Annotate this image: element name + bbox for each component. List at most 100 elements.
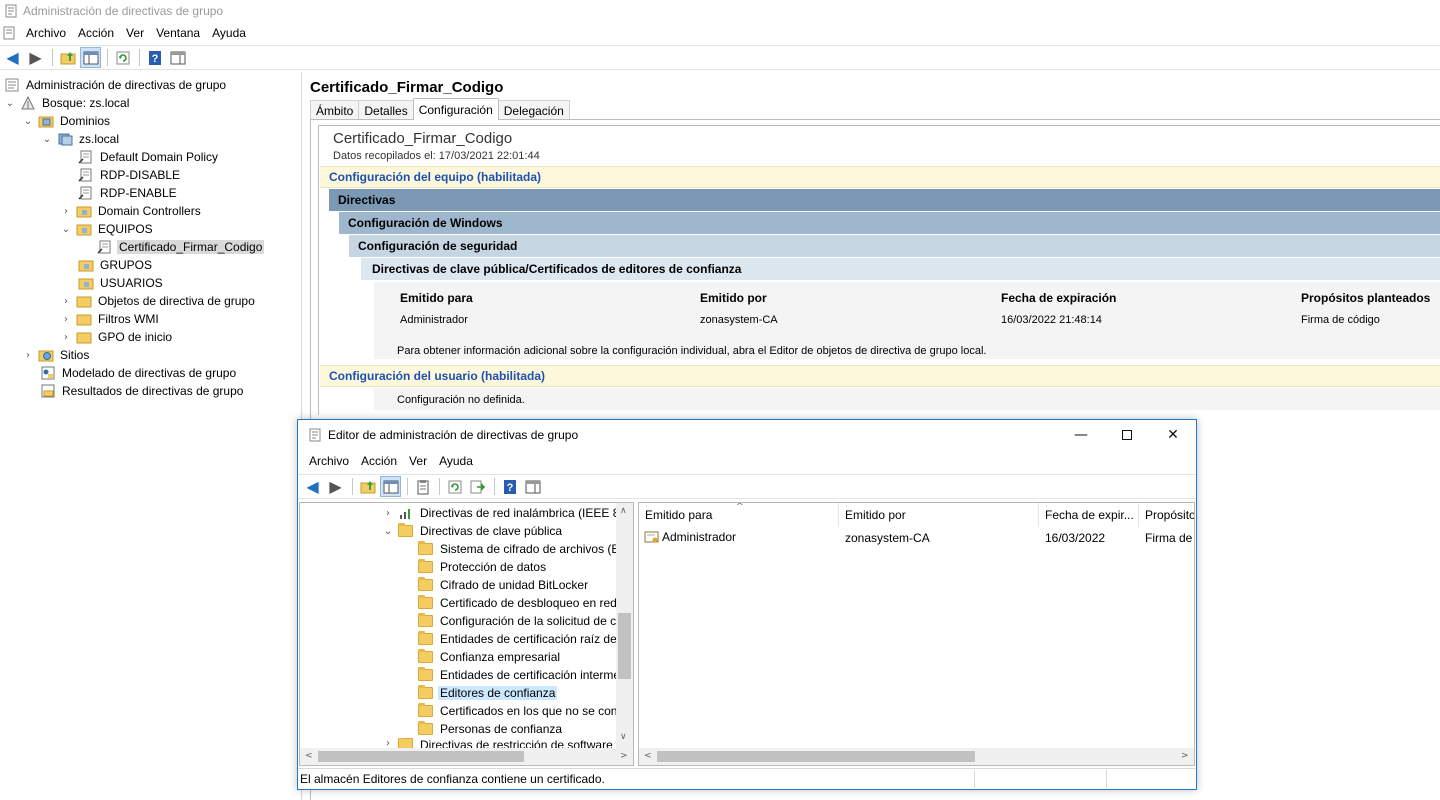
close-button[interactable]: ✕ bbox=[1150, 420, 1196, 450]
list-col-fecha-expiracion[interactable]: Fecha de expir... bbox=[1039, 503, 1139, 527]
tree-item-rdp-enable[interactable]: RDP-ENABLE bbox=[78, 184, 179, 202]
tree-item-results[interactable]: Resultados de directivas de grupo bbox=[40, 382, 245, 400]
chevron-down-icon[interactable]: ⌄ bbox=[41, 134, 53, 145]
list-row-certificate[interactable]: Administrador bbox=[644, 530, 736, 544]
minimize-button[interactable]: — bbox=[1058, 420, 1104, 450]
editor-forward-button[interactable]: ▶ bbox=[325, 476, 346, 497]
editor-menu-accion[interactable]: Acción bbox=[355, 454, 403, 468]
editor-list-hscrollbar[interactable]: < > bbox=[639, 748, 1194, 765]
chevron-right-icon[interactable]: › bbox=[22, 350, 34, 361]
chevron-down-icon[interactable]: ⌄ bbox=[4, 98, 16, 109]
scroll-left-icon[interactable]: < bbox=[644, 751, 652, 761]
editor-show-tree-button[interactable] bbox=[380, 476, 401, 497]
system-menu-icon[interactable] bbox=[2, 26, 16, 40]
chevron-right-icon[interactable]: › bbox=[60, 314, 72, 325]
chevron-right-icon[interactable]: › bbox=[382, 508, 394, 519]
tab-detalles[interactable]: Detalles bbox=[358, 100, 414, 120]
editor-tree-efs[interactable]: Sistema de cifrado de archivos (EF bbox=[418, 540, 629, 558]
help-button[interactable]: ? bbox=[144, 47, 165, 68]
tree-item-domains[interactable]: ⌄ Dominios bbox=[22, 112, 112, 130]
section-public-key-policies[interactable]: Directivas de clave pública/Certificados… bbox=[361, 258, 1440, 280]
list-col-emitido-por[interactable]: Emitido por bbox=[839, 503, 1039, 527]
editor-tree-trusted-people[interactable]: Personas de confianza bbox=[418, 720, 564, 738]
forward-button[interactable]: ▶ bbox=[25, 47, 46, 68]
editor-tree-network-unlock[interactable]: Certificado de desbloqueo en red bbox=[418, 594, 619, 612]
editor-export-button[interactable] bbox=[467, 476, 488, 497]
tree-item-rdp-disable[interactable]: RDP-DISABLE bbox=[78, 166, 182, 184]
tree-item-certificado[interactable]: Certificado_Firmar_Codigo bbox=[97, 238, 265, 256]
tab-delegacion[interactable]: Delegación bbox=[497, 100, 570, 120]
tree-item-domain-controllers[interactable]: › Domain Controllers bbox=[60, 202, 203, 220]
chevron-right-icon[interactable]: › bbox=[60, 296, 72, 307]
editor-clipboard-button[interactable] bbox=[412, 476, 433, 497]
up-folder-button[interactable] bbox=[57, 47, 78, 68]
scroll-thumb[interactable] bbox=[618, 613, 631, 679]
editor-tree-request-settings[interactable]: Configuración de la solicitud de ce bbox=[418, 612, 625, 630]
editor-help-button[interactable]: ? bbox=[499, 476, 520, 497]
chevron-down-icon[interactable]: ⌄ bbox=[22, 116, 34, 127]
editor-tree-hscrollbar[interactable]: < > bbox=[300, 748, 633, 765]
menu-accion[interactable]: Acción bbox=[72, 26, 120, 40]
menu-ayuda[interactable]: Ayuda bbox=[206, 26, 252, 40]
tree-item-usuarios[interactable]: USUARIOS bbox=[78, 274, 165, 292]
editor-tree-enterprise-trust[interactable]: Confianza empresarial bbox=[418, 648, 562, 666]
list-col-proposito[interactable]: Propósito bbox=[1139, 503, 1194, 527]
section-security-settings[interactable]: Configuración de seguridad bbox=[349, 235, 1440, 257]
scroll-down-icon[interactable]: ∨ bbox=[620, 732, 627, 742]
tree-item-gpo-objects[interactable]: › Objetos de directiva de grupo bbox=[60, 292, 257, 310]
menu-ventana[interactable]: Ventana bbox=[150, 26, 206, 40]
properties-pane-button[interactable] bbox=[167, 47, 188, 68]
tab-configuracion[interactable]: Configuración bbox=[412, 98, 499, 120]
editor-refresh-button[interactable] bbox=[444, 476, 465, 497]
scroll-right-icon[interactable]: > bbox=[1181, 751, 1189, 761]
tree-item-root[interactable]: Administración de directivas de grupo bbox=[4, 76, 228, 94]
chevron-right-icon[interactable]: › bbox=[382, 738, 394, 748]
tree-item-equipos[interactable]: ⌄ EQUIPOS bbox=[60, 220, 155, 238]
chevron-right-icon[interactable]: › bbox=[60, 206, 72, 217]
maximize-button[interactable] bbox=[1104, 420, 1150, 450]
menu-ver[interactable]: Ver bbox=[120, 26, 150, 40]
section-windows-settings[interactable]: Configuración de Windows bbox=[339, 212, 1440, 234]
editor-menu-ver[interactable]: Ver bbox=[403, 454, 433, 468]
menu-archivo[interactable]: Archivo bbox=[20, 26, 72, 40]
chevron-down-icon[interactable]: ⌄ bbox=[60, 224, 72, 235]
section-computer-config[interactable]: Configuración del equipo (habilitada) bbox=[320, 166, 1440, 188]
editor-tree-software-restriction[interactable]: › Directivas de restricción de software bbox=[382, 738, 615, 748]
tree-item-starter-gpos[interactable]: › GPO de inicio bbox=[60, 328, 174, 346]
section-user-config[interactable]: Configuración del usuario (habilitada) bbox=[320, 365, 1440, 387]
tab-ambito[interactable]: Ámbito bbox=[310, 100, 360, 120]
chevron-right-icon[interactable]: › bbox=[60, 332, 72, 343]
editor-tree-data-protection[interactable]: Protección de datos bbox=[418, 558, 548, 576]
tree-item-default-domain-policy[interactable]: Default Domain Policy bbox=[78, 148, 220, 166]
tree-item-forest[interactable]: ⌄ Bosque: zs.local bbox=[4, 94, 131, 112]
refresh-button[interactable] bbox=[112, 47, 133, 68]
editor-tree-vscrollbar[interactable]: ∧ ∨ bbox=[616, 503, 633, 749]
editor-tree-trusted-publishers[interactable]: Editores de confianza bbox=[418, 684, 558, 702]
editor-back-button[interactable]: ◀ bbox=[302, 476, 323, 497]
scroll-up-icon[interactable]: ∧ bbox=[620, 506, 627, 516]
scroll-left-icon[interactable]: < bbox=[305, 751, 313, 761]
tree-item-sites[interactable]: › Sitios bbox=[22, 346, 91, 364]
tree-item-wmi-filters[interactable]: › Filtros WMI bbox=[60, 310, 161, 328]
show-tree-button[interactable] bbox=[80, 47, 101, 68]
scroll-thumb[interactable] bbox=[318, 751, 524, 762]
back-button[interactable]: ◀ bbox=[2, 47, 23, 68]
editor-tree-root-ca[interactable]: Entidades de certificación raíz de c bbox=[418, 630, 628, 648]
editor-tree-intermediate-ca[interactable]: Entidades de certificación interme bbox=[418, 666, 622, 684]
editor-tree-public-key[interactable]: ⌄ Directivas de clave pública bbox=[382, 522, 564, 540]
tree-item-domain[interactable]: ⌄ zs.local bbox=[41, 130, 121, 148]
editor-tree-bitlocker[interactable]: Cifrado de unidad BitLocker bbox=[418, 576, 590, 594]
editor-menu-archivo[interactable]: Archivo bbox=[303, 454, 355, 468]
editor-pane-button[interactable] bbox=[522, 476, 543, 497]
editor-tree-wireless[interactable]: › Directivas de red inalámbrica (IEEE 80… bbox=[382, 504, 633, 522]
scroll-right-icon[interactable]: > bbox=[620, 751, 628, 761]
editor-up-button[interactable] bbox=[357, 476, 378, 497]
tree-item-modeling[interactable]: Modelado de directivas de grupo bbox=[40, 364, 238, 382]
section-directivas[interactable]: Directivas bbox=[329, 189, 1440, 211]
scroll-thumb[interactable] bbox=[657, 751, 975, 762]
editor-tree-untrusted[interactable]: Certificados en los que no se conf bbox=[418, 702, 623, 720]
tree-item-grupos[interactable]: GRUPOS bbox=[78, 256, 154, 274]
chevron-down-icon[interactable]: ⌄ bbox=[382, 526, 394, 537]
editor-menu-ayuda[interactable]: Ayuda bbox=[433, 454, 479, 468]
up-folder-icon bbox=[360, 480, 375, 493]
